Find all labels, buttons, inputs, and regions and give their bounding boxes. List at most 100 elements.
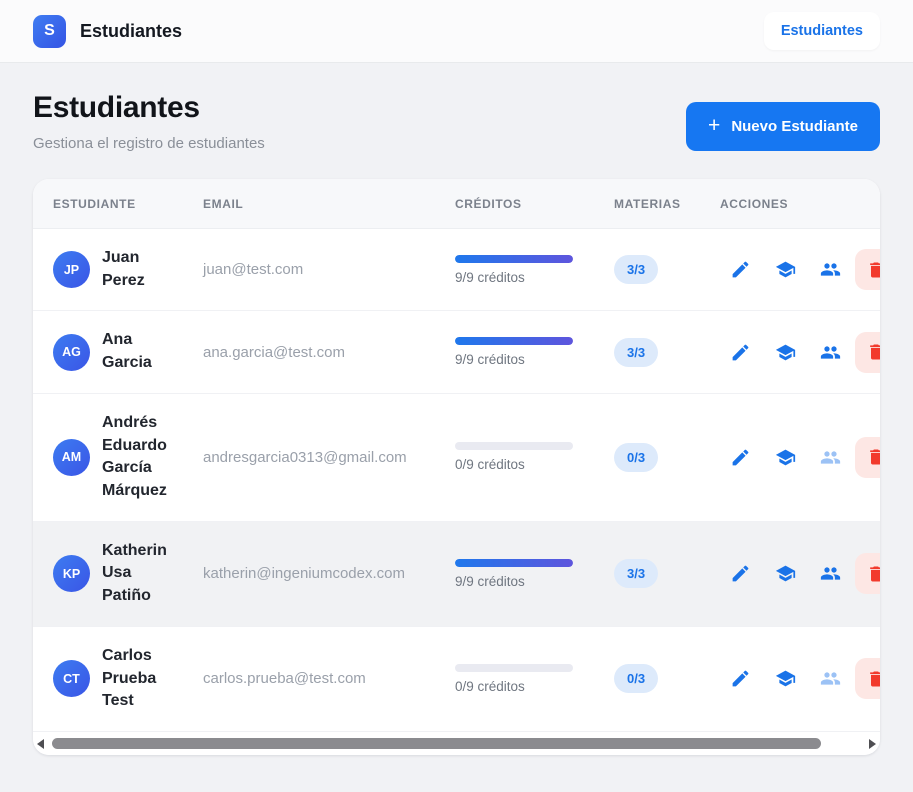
avatar: KP bbox=[53, 555, 90, 592]
delete-button[interactable] bbox=[855, 249, 880, 290]
table-body: JP Juan Perez juan@test.com 9/9 créditos… bbox=[33, 229, 880, 732]
credits-progress-fill bbox=[455, 559, 573, 567]
credits-progress-fill bbox=[455, 337, 573, 345]
credits-label: 0/9 créditos bbox=[455, 679, 573, 694]
enrollments-button[interactable] bbox=[820, 259, 841, 280]
scroll-right-arrow-icon[interactable] bbox=[869, 739, 876, 749]
grades-button[interactable] bbox=[775, 447, 796, 468]
enrollments-button[interactable] bbox=[820, 447, 841, 468]
column-header-acciones: ACCIONES bbox=[720, 197, 880, 211]
page-header: Estudiantes Gestiona el registro de estu… bbox=[33, 91, 880, 152]
grades-button[interactable] bbox=[775, 342, 796, 363]
brand: S Estudiantes bbox=[33, 15, 182, 48]
page-title: Estudiantes bbox=[33, 91, 265, 125]
student-email: ana.garcia@test.com bbox=[203, 344, 455, 361]
materias-badge: 3/3 bbox=[614, 338, 658, 367]
credits-progress-track bbox=[455, 664, 573, 672]
student-cell: JP Juan Perez bbox=[33, 247, 203, 292]
materias-cell: 3/3 bbox=[614, 255, 720, 284]
delete-button[interactable] bbox=[855, 332, 880, 373]
app-logo: S bbox=[33, 15, 66, 48]
edit-button[interactable] bbox=[730, 563, 751, 584]
main-content: Estudiantes Gestiona el registro de estu… bbox=[0, 63, 913, 755]
student-name: Ana Garcia bbox=[102, 329, 180, 374]
trash-icon bbox=[866, 260, 881, 280]
credits-cell: 0/9 créditos bbox=[455, 442, 573, 472]
student-email: juan@test.com bbox=[203, 261, 455, 278]
edit-button[interactable] bbox=[730, 259, 751, 280]
scrollbar-thumb[interactable] bbox=[52, 738, 821, 749]
table-row: AG Ana Garcia ana.garcia@test.com 9/9 cr… bbox=[33, 311, 880, 393]
credits-label: 9/9 créditos bbox=[455, 574, 573, 589]
new-student-button[interactable]: + Nuevo Estudiante bbox=[686, 102, 880, 151]
materias-cell: 0/3 bbox=[614, 443, 720, 472]
students-table: ESTUDIANTE EMAIL CRÉDITOS MATERIAS ACCIO… bbox=[33, 179, 880, 732]
delete-button[interactable] bbox=[855, 553, 880, 594]
student-email: andresgarcia0313@gmail.com bbox=[203, 449, 455, 466]
student-name: Carlos Prueba Test bbox=[102, 645, 180, 713]
scrollbar-track[interactable] bbox=[52, 738, 861, 749]
avatar: CT bbox=[53, 660, 90, 697]
avatar: AM bbox=[53, 439, 90, 476]
student-cell: AM Andrés Eduardo García Márquez bbox=[33, 412, 203, 503]
student-name: Juan Perez bbox=[102, 247, 180, 292]
table-header-row: ESTUDIANTE EMAIL CRÉDITOS MATERIAS ACCIO… bbox=[33, 179, 880, 229]
actions-cell bbox=[720, 249, 880, 290]
materias-cell: 0/3 bbox=[614, 664, 720, 693]
table-row: AM Andrés Eduardo García Márquez andresg… bbox=[33, 394, 880, 522]
enrollments-button[interactable] bbox=[820, 563, 841, 584]
graduation-cap-icon bbox=[775, 342, 796, 363]
enrollments-button[interactable] bbox=[820, 342, 841, 363]
materias-badge: 3/3 bbox=[614, 559, 658, 588]
delete-button[interactable] bbox=[855, 658, 880, 699]
pencil-icon bbox=[730, 259, 751, 280]
grades-button[interactable] bbox=[775, 259, 796, 280]
enrollments-button[interactable] bbox=[820, 668, 841, 689]
materias-cell: 3/3 bbox=[614, 559, 720, 588]
people-icon bbox=[820, 668, 841, 689]
table-row: JP Juan Perez juan@test.com 9/9 créditos… bbox=[33, 229, 880, 311]
student-cell: AG Ana Garcia bbox=[33, 329, 203, 374]
column-header-estudiante: ESTUDIANTE bbox=[33, 197, 203, 211]
edit-button[interactable] bbox=[730, 447, 751, 468]
delete-button[interactable] bbox=[855, 437, 880, 478]
edit-button[interactable] bbox=[730, 342, 751, 363]
trash-icon bbox=[866, 342, 881, 362]
credits-cell: 0/9 créditos bbox=[455, 664, 573, 694]
materias-badge: 3/3 bbox=[614, 255, 658, 284]
nav-estudiantes-button[interactable]: Estudiantes bbox=[764, 12, 880, 50]
pencil-icon bbox=[730, 447, 751, 468]
credits-cell: 9/9 créditos bbox=[455, 559, 573, 589]
credits-progress-track bbox=[455, 559, 573, 567]
people-icon bbox=[820, 447, 841, 468]
edit-button[interactable] bbox=[730, 668, 751, 689]
table-scroll-area: ESTUDIANTE EMAIL CRÉDITOS MATERIAS ACCIO… bbox=[33, 179, 880, 732]
people-icon bbox=[820, 259, 841, 280]
table-row: CT Carlos Prueba Test carlos.prueba@test… bbox=[33, 627, 880, 732]
grades-button[interactable] bbox=[775, 563, 796, 584]
pencil-icon bbox=[730, 563, 751, 584]
credits-progress-track bbox=[455, 442, 573, 450]
trash-icon bbox=[866, 564, 881, 584]
graduation-cap-icon bbox=[775, 563, 796, 584]
column-header-materias: MATERIAS bbox=[614, 197, 720, 211]
people-icon bbox=[820, 563, 841, 584]
student-name: Andrés Eduardo García Márquez bbox=[102, 412, 180, 503]
actions-cell bbox=[720, 437, 880, 478]
credits-label: 9/9 créditos bbox=[455, 352, 573, 367]
graduation-cap-icon bbox=[775, 259, 796, 280]
pencil-icon bbox=[730, 668, 751, 689]
credits-progress-track bbox=[455, 255, 573, 263]
credits-cell: 9/9 créditos bbox=[455, 255, 573, 285]
scroll-left-arrow-icon[interactable] bbox=[37, 739, 44, 749]
actions-cell bbox=[720, 553, 880, 594]
pencil-icon bbox=[730, 342, 751, 363]
student-cell: KP Katherin Usa Patiño bbox=[33, 540, 203, 608]
horizontal-scrollbar bbox=[33, 732, 880, 755]
plus-icon: + bbox=[708, 115, 720, 136]
actions-cell bbox=[720, 332, 880, 373]
page-subtitle: Gestiona el registro de estudiantes bbox=[33, 135, 265, 152]
grades-button[interactable] bbox=[775, 668, 796, 689]
materias-badge: 0/3 bbox=[614, 664, 658, 693]
app-logo-letter: S bbox=[44, 22, 55, 40]
